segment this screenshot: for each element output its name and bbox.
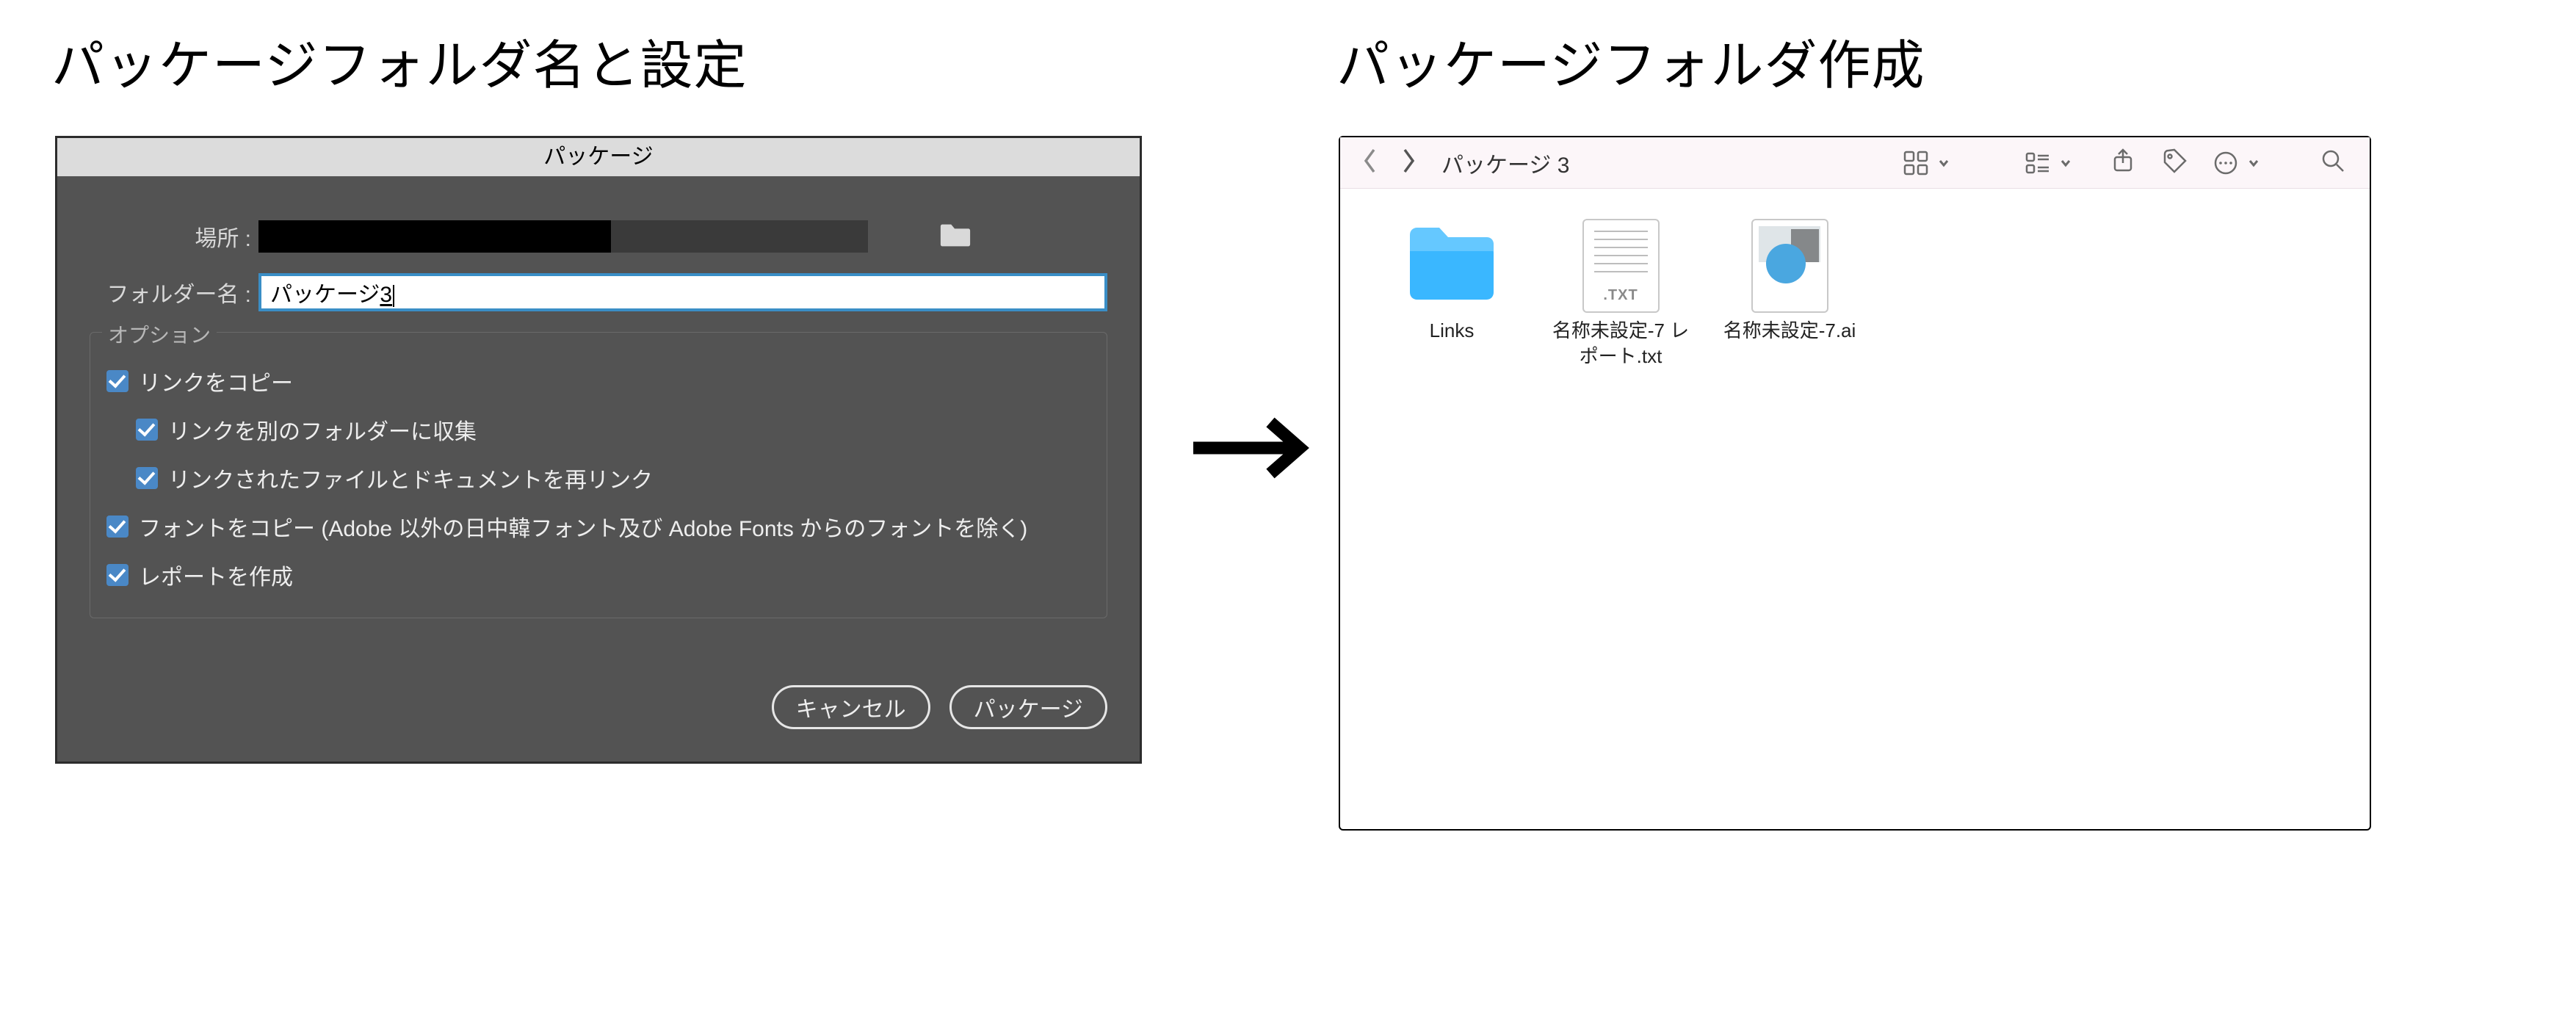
option-relink[interactable]: リンクされたファイルとドキュメントを再リンク	[136, 462, 1090, 494]
folder-icon	[938, 222, 972, 252]
browse-folder-button[interactable]	[938, 222, 973, 251]
option-copy-links[interactable]: リンクをコピー	[106, 365, 1090, 397]
package-button[interactable]: パッケージ	[949, 685, 1107, 729]
text-caret	[393, 285, 394, 307]
left-caption: パッケージフォルダ名と設定	[51, 22, 748, 99]
checkbox-checked-icon	[136, 467, 158, 489]
more-actions-button[interactable]	[2211, 148, 2260, 178]
chevron-down-icon	[1938, 157, 1950, 169]
file-item-folder[interactable]: Links	[1378, 218, 1525, 344]
option-label: リンクをコピー	[139, 365, 293, 397]
checkbox-checked-icon	[106, 516, 129, 538]
group-icon	[2023, 148, 2052, 178]
checkbox-checked-icon	[136, 419, 158, 441]
folder-name-input[interactable]: パッケージ3	[258, 273, 1107, 311]
ai-file-icon	[1751, 219, 1828, 313]
tags-button[interactable]	[2160, 148, 2189, 178]
right-caption: パッケージフォルダ作成	[1336, 22, 1925, 99]
file-label: Links	[1378, 318, 1525, 344]
folder-name-label: フォルダー名 :	[90, 276, 258, 308]
options-group: オプション リンクをコピー リンクを別のフォルダーに収集 リンクされたファイルと…	[90, 332, 1107, 618]
group-by-button[interactable]	[2023, 148, 2072, 178]
file-item-txt[interactable]: 名称未設定-7 レポート.txt	[1547, 218, 1694, 369]
grid-view-icon	[1901, 148, 1931, 178]
cancel-button[interactable]: キャンセル	[772, 685, 930, 729]
button-label: キャンセル	[796, 691, 906, 723]
share-button[interactable]	[2108, 148, 2138, 178]
location-label: 場所 :	[90, 220, 258, 253]
button-label: パッケージ	[974, 691, 1083, 723]
finder-toolbar: パッケージ 3	[1340, 137, 2370, 189]
option-create-report[interactable]: レポートを作成	[106, 559, 1090, 591]
option-label: レポートを作成	[139, 559, 293, 591]
txt-file-icon	[1582, 219, 1660, 313]
option-copy-fonts[interactable]: フォントをコピー (Adobe 以外の日中韓フォント及び Adobe Fonts…	[106, 510, 1090, 543]
file-label: 名称未設定-7.ai	[1716, 318, 1863, 344]
chevron-left-icon	[1362, 148, 1378, 178]
option-label: リンクを別のフォルダーに収集	[168, 413, 477, 446]
finder-title: パッケージ 3	[1441, 147, 1569, 179]
file-item-ai[interactable]: 名称未設定-7.ai	[1716, 218, 1863, 344]
chevron-down-icon	[2060, 157, 2072, 169]
search-icon	[2319, 147, 2347, 178]
more-icon	[2211, 148, 2240, 178]
folder-name-value-suffix: 3	[380, 283, 392, 307]
share-icon	[2109, 147, 2137, 178]
checkbox-checked-icon	[106, 564, 129, 586]
folder-icon	[1378, 218, 1525, 314]
nav-back-button[interactable]	[1362, 150, 1378, 176]
nav-forward-button[interactable]	[1400, 150, 1417, 176]
tag-icon	[2160, 147, 2188, 178]
arrow-right-icon	[1190, 415, 1318, 481]
chevron-down-icon	[2248, 157, 2260, 169]
finder-window: パッケージ 3	[1339, 136, 2371, 831]
chevron-right-icon	[1400, 148, 1417, 178]
checkbox-checked-icon	[106, 370, 129, 392]
option-label: フォントをコピー (Adobe 以外の日中韓フォント及び Adobe Fonts…	[139, 510, 1027, 543]
search-button[interactable]	[2318, 148, 2348, 178]
folder-name-value-prefix: パッケージ	[270, 283, 380, 307]
option-collect-links[interactable]: リンクを別のフォルダーに収集	[136, 413, 1090, 446]
file-label: 名称未設定-7 レポート.txt	[1547, 318, 1694, 369]
view-mode-button[interactable]	[1901, 148, 1950, 178]
package-dialog: パッケージ 場所 : フォルダー名 : パッケージ3	[55, 136, 1142, 764]
dialog-title: パッケージ	[57, 138, 1140, 176]
option-label: リンクされたファイルとドキュメントを再リンク	[168, 462, 653, 494]
location-path-field[interactable]	[258, 220, 868, 253]
options-legend: オプション	[102, 319, 217, 349]
